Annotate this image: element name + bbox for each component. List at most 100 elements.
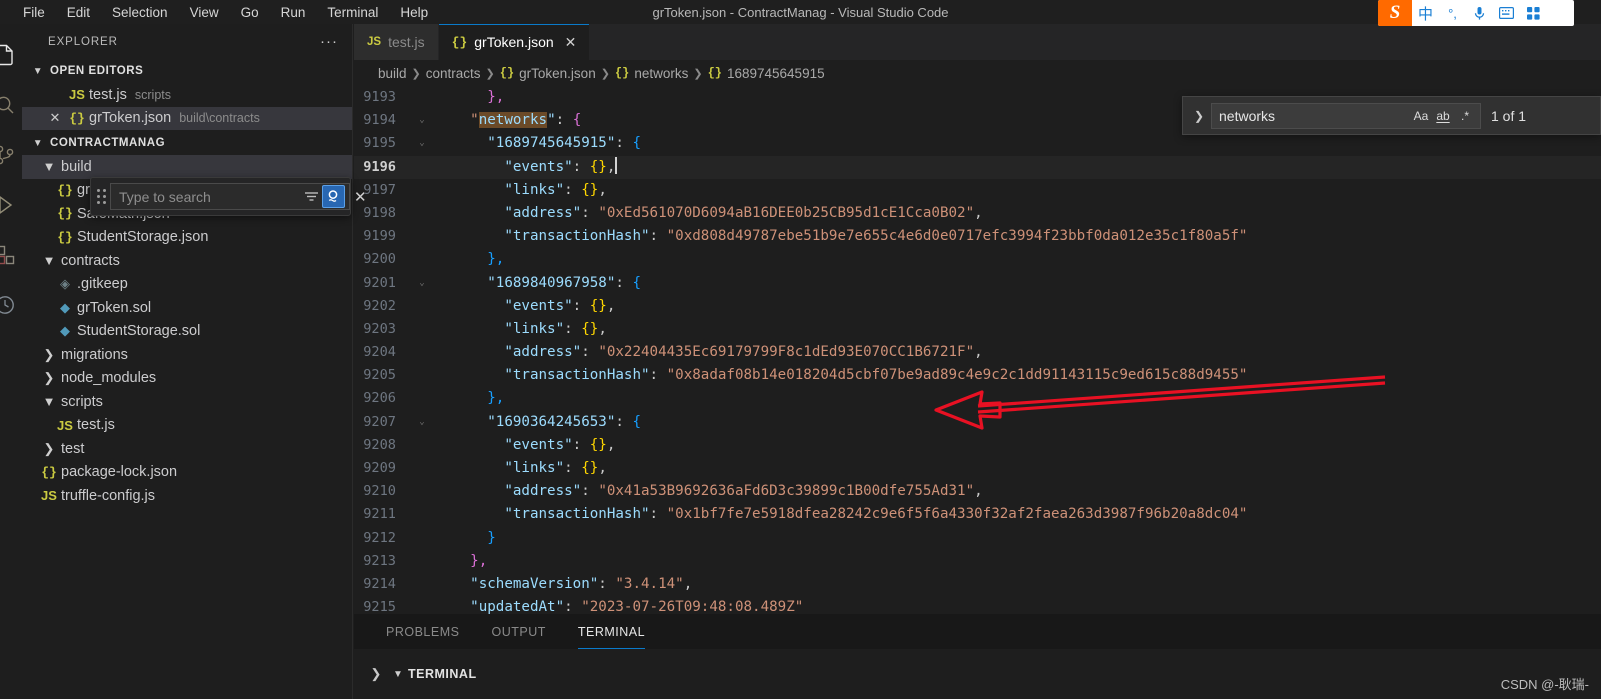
menu-edit[interactable]: Edit xyxy=(56,3,101,22)
editor-tab[interactable]: JS test.js xyxy=(354,24,439,60)
chevron-right-icon[interactable]: ❯ xyxy=(1189,109,1209,123)
file-tree-item[interactable]: JS truffle-config.js xyxy=(22,484,352,508)
menu-selection[interactable]: Selection xyxy=(101,3,179,22)
code-line[interactable]: 9209 "links": {}, xyxy=(354,457,1601,480)
file-tree-item[interactable]: ◆ grToken.sol xyxy=(22,296,352,320)
find-input-box[interactable]: Aa ab .* xyxy=(1211,102,1481,129)
code-line[interactable]: 9205 "transactionHash": "0x8adaf08b14e01… xyxy=(354,364,1601,387)
search-input[interactable] xyxy=(119,188,300,205)
regex-icon[interactable]: .* xyxy=(1454,106,1476,126)
code-line[interactable]: 9195 ⌄ "1689745645915": { xyxy=(354,132,1601,155)
breadcrumb-item[interactable]: build xyxy=(378,66,407,81)
activity-extensions-icon[interactable] xyxy=(0,230,22,280)
close-icon[interactable]: ✕ xyxy=(44,110,66,126)
code-line[interactable]: 9214 "schemaVersion": "3.4.14", xyxy=(354,573,1601,596)
floating-search-overlay[interactable]: ✕ xyxy=(90,177,367,216)
file-tree-item[interactable]: ▼ contracts xyxy=(22,249,352,273)
activity-remote-icon[interactable] xyxy=(0,280,22,330)
fold-chevron-icon[interactable]: ⌄ xyxy=(412,272,432,295)
section-workspace[interactable]: ▼ CONTRACTMANAG xyxy=(22,131,352,155)
whole-word-icon[interactable]: ab xyxy=(1432,106,1454,126)
panel-tab-terminal[interactable]: TERMINAL xyxy=(562,614,661,649)
chevron-down-icon[interactable]: ▼ xyxy=(388,669,408,680)
apps-grid-icon[interactable] xyxy=(1520,0,1547,26)
line-number: 9193 xyxy=(363,89,396,105)
menu-file[interactable]: File xyxy=(12,3,56,22)
activity-run-debug-icon[interactable] xyxy=(0,180,22,230)
filter-icon[interactable] xyxy=(300,186,322,208)
code-line[interactable]: 9199 "transactionHash": "0xd808d49787ebe… xyxy=(354,225,1601,248)
code-line[interactable]: 9201 ⌄ "1689840967958": { xyxy=(354,272,1601,295)
code-line[interactable]: 9202 "events": {}, xyxy=(354,295,1601,318)
code-line[interactable]: 9207 ⌄ "1690364245653": { xyxy=(354,411,1601,434)
breadcrumb-item[interactable]: networks xyxy=(634,66,688,81)
file-tree-item[interactable]: ❯ test xyxy=(22,437,352,461)
keyboard-icon[interactable] xyxy=(1493,0,1520,26)
open-editor-item[interactable]: ✕{} grToken.json build\contracts xyxy=(22,106,352,130)
section-open-editors[interactable]: ▼ OPEN EDITORS xyxy=(22,59,352,83)
json-file-icon: {} xyxy=(57,229,73,245)
code-line[interactable]: 9213 }, xyxy=(354,550,1601,573)
menu-view[interactable]: View xyxy=(179,3,230,22)
code-line[interactable]: 9197 "links": {}, xyxy=(354,179,1601,202)
file-tree-item[interactable]: JS test.js xyxy=(22,414,352,438)
file-tree-item[interactable]: ◆ StudentStorage.sol xyxy=(22,320,352,344)
file-tree-item[interactable]: ❯ migrations xyxy=(22,343,352,367)
menu-go[interactable]: Go xyxy=(230,3,270,22)
explorer-more-actions-icon[interactable]: ··· xyxy=(320,33,338,50)
code-line[interactable]: 9211 "transactionHash": "0x1bf7fe7e5918d… xyxy=(354,503,1601,526)
editor-tab[interactable]: {} grToken.json ✕ xyxy=(438,24,591,60)
breadcrumb-item[interactable]: 1689745645915 xyxy=(727,66,825,81)
code-line[interactable]: 9212 } xyxy=(354,527,1601,550)
code-token: "transactionHash" xyxy=(436,506,650,523)
file-tree-item[interactable]: ◈ .gitkeep xyxy=(22,273,352,297)
match-case-icon[interactable]: Aa xyxy=(1410,106,1432,126)
code-line[interactable]: 9203 "links": {}, xyxy=(354,318,1601,341)
find-input[interactable] xyxy=(1219,107,1410,124)
code-editor[interactable]: 9193 }, 9194 ⌄ "networks": {9195 ⌄ "1689745… xyxy=(354,86,1601,638)
fold-chevron-icon[interactable]: ⌄ xyxy=(412,132,432,155)
code-line[interactable]: 9198 "address": "0xEd561070D6094aB16DEE0… xyxy=(354,202,1601,225)
menu-help[interactable]: Help xyxy=(389,3,439,22)
code-line[interactable]: 9208 "events": {}, xyxy=(354,434,1601,457)
file-tree-item[interactable]: {} package-lock.json xyxy=(22,461,352,485)
breadcrumb-item[interactable]: contracts xyxy=(426,66,481,81)
file-tree-item[interactable]: ▼ scripts xyxy=(22,390,352,414)
file-tree-item[interactable]: ❯ node_modules xyxy=(22,367,352,391)
menu-terminal[interactable]: Terminal xyxy=(316,3,389,22)
code-line[interactable]: 9210 "address": "0x41a53B9692636aFd6D3c3… xyxy=(354,480,1601,503)
terminal-expand-icon[interactable]: ❯ xyxy=(364,666,388,682)
code-line[interactable]: 9206 }, xyxy=(354,387,1601,410)
file-tree-item[interactable]: ▼ build xyxy=(22,155,352,179)
activity-search-icon[interactable] xyxy=(0,80,22,130)
ime-punctuation-toggle[interactable]: °, xyxy=(1439,0,1466,26)
code-token: "links" xyxy=(436,320,565,337)
code-line[interactable]: 9204 "address": "0x22404435Ec69179799F8c… xyxy=(354,341,1601,364)
ime-language-toggle[interactable]: 中 xyxy=(1412,0,1439,26)
open-editor-item[interactable]: JS test.js scripts xyxy=(22,83,352,107)
file-tree-item[interactable]: {} StudentStorage.json xyxy=(22,226,352,250)
close-icon[interactable]: ✕ xyxy=(354,188,367,206)
menu-run[interactable]: Run xyxy=(270,3,317,22)
activity-explorer-icon[interactable] xyxy=(0,30,22,80)
panel-tab-problems[interactable]: PROBLEMS xyxy=(370,614,475,649)
terminal-body[interactable]: ❯ ▼ TERMINAL xyxy=(354,649,1601,699)
code-line[interactable]: 9196 "events": {}, xyxy=(354,156,1601,179)
magnifier-icon[interactable] xyxy=(322,185,345,208)
ime-toolbar[interactable]: S 中 °, xyxy=(1378,0,1574,26)
activity-source-control-icon[interactable] xyxy=(0,130,22,180)
json-icon: {} xyxy=(707,66,722,80)
js-file-icon: JS xyxy=(69,87,85,103)
breadcrumb-item[interactable]: grToken.json xyxy=(519,66,596,81)
close-icon[interactable]: ✕ xyxy=(565,34,577,51)
code-token: : xyxy=(615,135,633,152)
code-line[interactable]: 9200 }, xyxy=(354,248,1601,271)
find-widget[interactable]: ❯ Aa ab .* 1 of 1 xyxy=(1182,96,1601,135)
search-box[interactable] xyxy=(110,183,350,210)
fold-chevron-icon[interactable]: ⌄ xyxy=(412,411,432,434)
fold-chevron-icon[interactable]: ⌄ xyxy=(412,109,432,132)
drag-handle-icon[interactable] xyxy=(97,186,106,208)
mic-icon[interactable] xyxy=(1466,0,1493,26)
explorer-title: EXPLORER xyxy=(48,35,118,48)
panel-tab-output[interactable]: OUTPUT xyxy=(475,614,561,649)
